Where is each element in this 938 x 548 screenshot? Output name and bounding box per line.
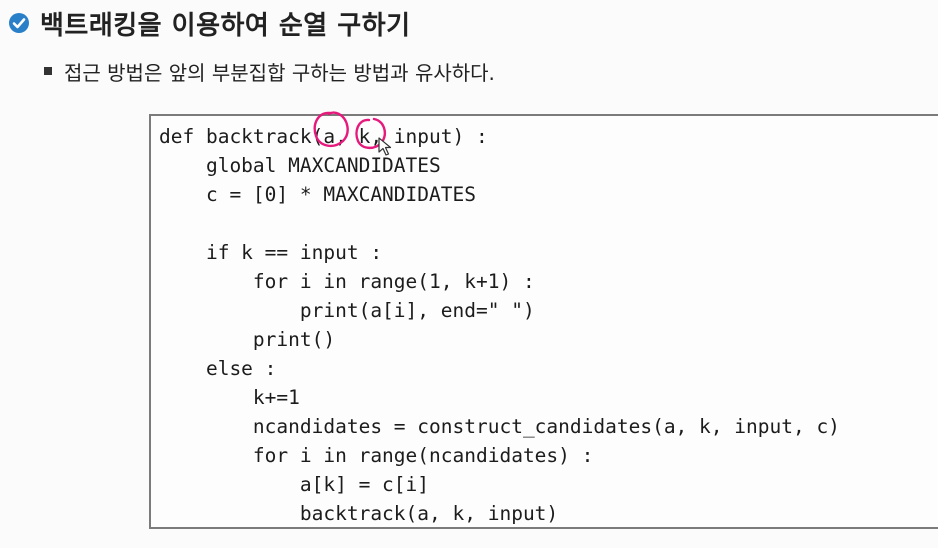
check-circle-icon bbox=[9, 13, 29, 33]
bullet-point: 접근 방법은 앞의 부분집합 구하는 방법과 유사하다. bbox=[44, 56, 495, 86]
code-line: backtrack(a, k, input) bbox=[159, 502, 559, 525]
code-line: k+=1 bbox=[159, 386, 300, 409]
pen-cursor-icon bbox=[378, 137, 392, 156]
code-line: c = [0] * MAXCANDIDATES bbox=[159, 183, 476, 206]
code-line: a[k] = c[i] bbox=[159, 473, 430, 496]
slide-title-text: 백트래킹을 이용하여 순열 구하기 bbox=[40, 10, 411, 41]
bullet-marker bbox=[44, 67, 52, 75]
code-line: def backtrack(a, k, input) : bbox=[159, 125, 488, 148]
code-block: def backtrack(a, k, input) : global MAXC… bbox=[149, 114, 938, 529]
code-line: for i in range(ncandidates) : bbox=[159, 444, 594, 467]
code-line: if k == input : bbox=[159, 241, 383, 264]
code-line: ncandidates = construct_candidates(a, k,… bbox=[159, 415, 840, 438]
code-line: global MAXCANDIDATES bbox=[159, 154, 441, 177]
bullet-text: 접근 방법은 앞의 부분집합 구하는 방법과 유사하다. bbox=[64, 60, 495, 85]
code-lines: def backtrack(a, k, input) : global MAXC… bbox=[159, 122, 840, 528]
code-line: for i in range(1, k+1) : bbox=[159, 270, 535, 293]
slide-title: 백트래킹을 이용하여 순열 구하기 bbox=[8, 6, 411, 41]
code-line: print() bbox=[159, 328, 336, 351]
code-line: else : bbox=[159, 357, 277, 380]
code-line: print(a[i], end=" ") bbox=[159, 299, 535, 322]
